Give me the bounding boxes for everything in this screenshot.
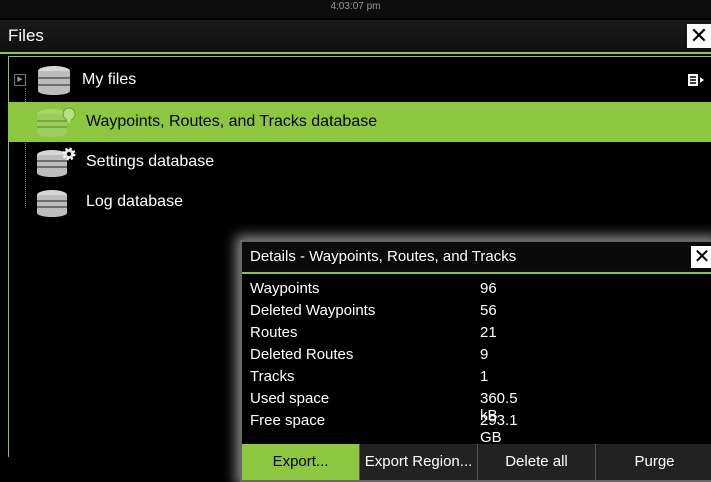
purge-button[interactable]: Purge [596, 444, 711, 480]
detail-value: 1 [480, 368, 489, 385]
tree-item-my-files[interactable]: ▶ My files [8, 60, 711, 100]
detail-label: Tracks [250, 368, 295, 385]
dialog-title: Details - Waypoints, Routes, and Tracks [250, 248, 517, 265]
tree-item-log-database[interactable]: Log database [8, 182, 711, 222]
database-icon [37, 190, 67, 217]
detail-label: Waypoints [250, 280, 320, 297]
detail-label: Free space [250, 412, 326, 429]
detail-value: 96 [480, 280, 497, 297]
detail-value: 56 [480, 302, 497, 319]
detail-value: 21 [480, 324, 497, 341]
detail-value: 9 [480, 346, 489, 363]
tree-item-label: Settings database [86, 153, 215, 170]
settings-database-icon [37, 147, 76, 177]
tree-item-label: Waypoints, Routes, and Tracks database [86, 113, 378, 130]
menu-icon[interactable] [687, 72, 705, 88]
details-dialog: Details - Waypoints, Routes, and Tracks … [240, 240, 711, 482]
delete-all-button[interactable]: Delete all [478, 444, 596, 480]
tree-item-settings-database[interactable]: Settings database [8, 142, 711, 182]
dialog-title-bar: Details - Waypoints, Routes, and Tracks … [242, 242, 711, 274]
detail-value: 293.1 GB [480, 412, 518, 446]
detail-label: Deleted Waypoints [250, 302, 376, 319]
tree-item-label: My files [82, 71, 137, 88]
clock: 4:03:07 pm [330, 1, 381, 12]
detail-label: Deleted Routes [250, 346, 354, 363]
status-bar: 4:03:07 pm [0, 0, 711, 18]
detail-label: Routes [250, 324, 298, 341]
expand-arrow-icon[interactable]: ▶ [14, 74, 26, 86]
database-icon [38, 66, 70, 95]
dialog-button-bar: Export... Export Region... Delete all Pu… [242, 444, 711, 480]
export-region-button[interactable]: Export Region... [360, 444, 478, 480]
tree-item-label: Log database [86, 193, 183, 210]
close-button[interactable]: ✕ [687, 24, 711, 48]
tree-item-waypoints-database[interactable]: Waypoints, Routes, and Tracks database [8, 102, 711, 142]
title-bar: Files ✕ [0, 20, 711, 54]
detail-label: Used space [250, 390, 330, 407]
page-title: Files [8, 26, 44, 45]
dialog-close-button[interactable]: ✕ [691, 246, 711, 268]
export-button[interactable]: Export... [242, 444, 360, 480]
waypoint-database-icon [37, 107, 76, 137]
